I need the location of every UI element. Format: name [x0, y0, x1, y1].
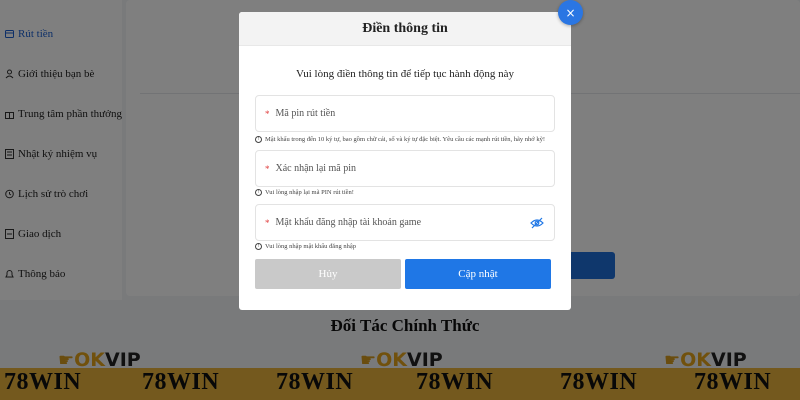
- withdraw-pin-placeholder: Mã pin rút tiền: [275, 108, 336, 119]
- info-icon: !: [255, 189, 262, 196]
- required-mark: *: [265, 163, 270, 174]
- withdraw-pin-field[interactable]: * Mã pin rút tiền: [255, 95, 555, 132]
- game-password-placeholder: Mật khẩu đăng nhập tài khoản game: [275, 217, 422, 228]
- confirm-pin-placeholder: Xác nhận lại mã pin: [275, 163, 357, 174]
- cancel-button[interactable]: Hủy: [255, 259, 401, 289]
- confirm-pin-hint: ! Vui lòng nhập lại mã PIN rút tiền!: [255, 189, 354, 196]
- dialog-title: Điền thông tin: [239, 12, 571, 46]
- confirm-pin-field[interactable]: * Xác nhận lại mã pin: [255, 150, 555, 187]
- game-password-field[interactable]: * Mật khẩu đăng nhập tài khoản game: [255, 204, 555, 241]
- update-button[interactable]: Cập nhật: [405, 259, 551, 289]
- game-password-hint: ! Vui lòng nhập mật khẩu đăng nhập: [255, 243, 356, 250]
- close-icon[interactable]: ×: [558, 0, 583, 25]
- withdraw-pin-hint: ! Mật khẩu trong đến 10 ký tự, bao gồm c…: [255, 136, 545, 143]
- required-mark: *: [265, 217, 270, 228]
- info-icon: !: [255, 136, 262, 143]
- info-icon: !: [255, 243, 262, 250]
- fill-info-dialog: Điền thông tin Vui lòng điền thông tin đ…: [239, 12, 571, 310]
- eye-off-icon[interactable]: [530, 216, 544, 234]
- required-mark: *: [265, 108, 270, 119]
- dialog-subtitle: Vui lòng điền thông tin để tiếp tục hành…: [295, 68, 515, 80]
